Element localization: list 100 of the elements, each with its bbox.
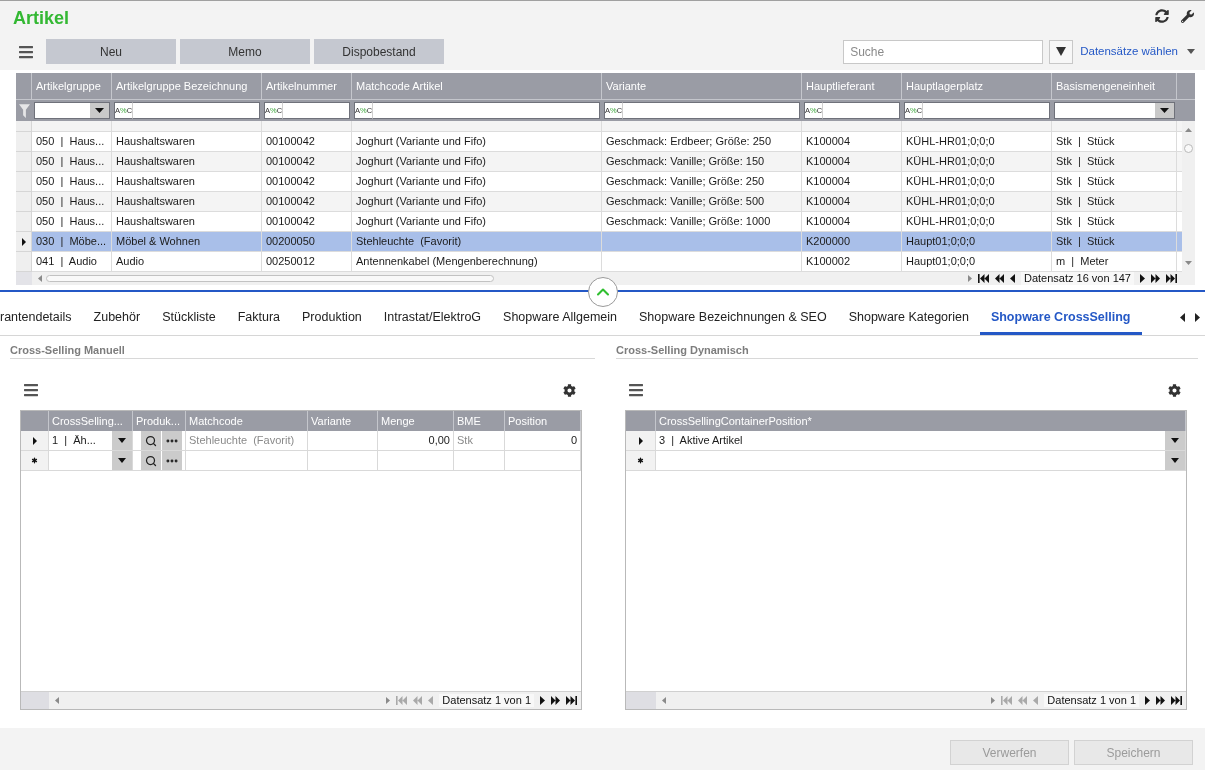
combo-box[interactable]: 3 | Aktive Artikel bbox=[656, 431, 1186, 450]
toolbar-button[interactable]: Memo bbox=[180, 39, 310, 64]
table-row[interactable]: 030 | Möbe... Möbel & Wohnen 00200050 Stehleuchte (Favorit) K200000 Haupt01;0;0;0 Stk | Stück bbox=[16, 232, 1182, 252]
skip-to-end-icon[interactable] bbox=[566, 696, 577, 705]
table-cell: Stehleuchte (Favorit) bbox=[186, 431, 308, 450]
scrollbar-thumb[interactable] bbox=[46, 275, 494, 282]
skip-to-end-icon[interactable] bbox=[1166, 274, 1177, 283]
triangle-down-icon bbox=[1056, 47, 1067, 56]
dropdown-button[interactable] bbox=[1165, 431, 1185, 450]
record-counter: Datensatz 1 von 1 bbox=[439, 694, 534, 707]
triangle-right-icon[interactable] bbox=[1140, 274, 1145, 283]
table-cell: Stk bbox=[454, 431, 505, 450]
tab[interactable]: Shopware Bezeichnungen & SEO bbox=[628, 300, 838, 335]
tab[interactable]: rantendetails bbox=[0, 300, 83, 335]
record-counter: Datensatz 16 von 147 bbox=[1020, 272, 1134, 285]
scroll-down-icon[interactable] bbox=[1185, 261, 1192, 265]
double-triangle-left-icon[interactable] bbox=[994, 274, 1004, 283]
grid-corner bbox=[21, 692, 49, 709]
search-icon bbox=[145, 434, 157, 447]
table-cell: 0,00 bbox=[378, 431, 454, 450]
skip-to-end-icon[interactable] bbox=[1171, 696, 1182, 705]
table-row[interactable]: 050 | Haus... Haushaltswaren 00100042 Joghurt (Variante und Fifo) Geschmack: Vanille; Größe: 500 K100004 KÜHL-HR01;0;0;0 Stk | Stück bbox=[16, 192, 1182, 212]
caret-icon bbox=[1171, 458, 1179, 463]
triangle-right-icon[interactable] bbox=[540, 696, 545, 705]
table-row[interactable]: 050 | Haus... Haushaltswaren 00100042 Joghurt (Variante und Fifo) Geschmack: Vanille; Größe: 150 K100004 KÜHL-HR01;0;0;0 Stk | Stück bbox=[16, 152, 1182, 172]
filter-field[interactable] bbox=[373, 102, 600, 119]
filter-field[interactable] bbox=[623, 102, 800, 119]
filter-field[interactable] bbox=[823, 102, 900, 119]
vertical-scrollbar[interactable] bbox=[1182, 121, 1195, 272]
toolbar-button[interactable]: Dispobestand bbox=[314, 39, 444, 64]
refresh-icon[interactable] bbox=[1155, 9, 1169, 23]
settings-icon[interactable] bbox=[563, 383, 576, 397]
table-cell: 0 bbox=[505, 431, 581, 450]
menu-icon[interactable] bbox=[18, 43, 34, 60]
tab[interactable]: Produktion bbox=[291, 300, 373, 335]
section-title: Cross-Selling Manuell bbox=[10, 344, 126, 356]
table-row[interactable]: 041 | Audio Audio 00250012 Antennenkabel (Mengenberechnung) K100002 Haupt01;0;0;0 m | Meter bbox=[16, 252, 1182, 272]
scroll-left-icon[interactable] bbox=[55, 697, 59, 704]
tab[interactable]: Stückliste bbox=[151, 300, 227, 335]
filter-field[interactable] bbox=[283, 102, 350, 119]
triangle-left-icon[interactable] bbox=[1180, 313, 1185, 322]
skip-to-start-icon[interactable] bbox=[977, 274, 989, 283]
grid-corner bbox=[626, 692, 656, 709]
dropdown-button[interactable] bbox=[1165, 451, 1185, 470]
filter-dropdown[interactable] bbox=[1054, 102, 1175, 119]
scroll-up-icon[interactable] bbox=[1185, 128, 1192, 132]
caret-icon bbox=[1160, 108, 1169, 113]
combo-box[interactable]: 1 | Äh... bbox=[49, 431, 133, 450]
triangle-right-icon[interactable] bbox=[1145, 696, 1150, 705]
scroll-left-icon[interactable] bbox=[662, 697, 666, 704]
scrollbar-thumb[interactable] bbox=[1184, 144, 1193, 153]
toolbar-button[interactable]: Neu bbox=[46, 39, 176, 64]
filter-field[interactable] bbox=[923, 102, 1050, 119]
dropdown-button[interactable] bbox=[112, 451, 132, 470]
scroll-right-icon[interactable] bbox=[991, 697, 996, 704]
grid-corner bbox=[16, 272, 32, 285]
record-counter: Datensatz 1 von 1 bbox=[1044, 694, 1139, 707]
more-button[interactable] bbox=[162, 431, 182, 450]
row-pointer-icon bbox=[32, 436, 37, 445]
dropdown-button[interactable] bbox=[90, 103, 109, 118]
settings-icon[interactable] bbox=[1168, 383, 1181, 397]
tab[interactable]: Shopware Kategorien bbox=[837, 300, 980, 335]
table-row[interactable]: 050 | Haus... Haushaltswaren 00100042 Joghurt (Variante und Fifo) Geschmack: Erdbeer; Größe: 250 K100004 KÜHL-HR01;0;0;0 Stk | Stück bbox=[16, 132, 1182, 152]
tab[interactable]: Shopware Allgemein bbox=[492, 300, 629, 335]
caret-icon bbox=[95, 108, 104, 113]
caret-icon bbox=[118, 458, 126, 463]
dropdown-button[interactable] bbox=[112, 431, 132, 450]
caret-icon[interactable] bbox=[1187, 49, 1195, 54]
tab[interactable]: Shopware CrossSelling bbox=[979, 300, 1142, 335]
menu-icon[interactable] bbox=[23, 382, 39, 398]
tab[interactable]: Faktura bbox=[226, 300, 292, 335]
filter-dropdown[interactable] bbox=[34, 102, 110, 119]
menu-icon[interactable] bbox=[628, 382, 644, 398]
dropdown-button[interactable] bbox=[1155, 103, 1174, 118]
scroll-right-icon[interactable] bbox=[386, 697, 391, 704]
search-button[interactable] bbox=[141, 451, 161, 470]
double-triangle-right-icon[interactable] bbox=[1151, 274, 1160, 283]
caret-icon bbox=[118, 438, 126, 443]
triangle-right-icon[interactable] bbox=[1195, 313, 1200, 322]
scroll-left-icon[interactable] bbox=[38, 275, 42, 282]
more-button[interactable] bbox=[162, 451, 182, 470]
row-pointer-icon bbox=[21, 237, 26, 246]
filter-field[interactable] bbox=[133, 102, 260, 119]
search-field[interactable]: Suche bbox=[843, 39, 1044, 64]
page-title: Artikel bbox=[13, 7, 70, 29]
double-triangle-right-icon[interactable] bbox=[1156, 696, 1165, 705]
tab[interactable]: Zubehör bbox=[82, 300, 152, 335]
search-button[interactable] bbox=[141, 431, 161, 450]
double-triangle-right-icon[interactable] bbox=[551, 696, 560, 705]
table-row[interactable]: 050 | Haus... Haushaltswaren 00100042 Joghurt (Variante und Fifo) Geschmack: Vanille; Größe: 250 K100004 KÜHL-HR01;0;0;0 Stk | Stück bbox=[16, 172, 1182, 192]
dropdown-button[interactable] bbox=[1049, 39, 1074, 64]
asterisk-icon bbox=[30, 456, 39, 465]
section-title: Cross-Selling Dynamisch bbox=[616, 344, 750, 356]
table-row[interactable]: 050 | Haus... Haushaltswaren 00100042 Joghurt (Variante und Fifo) Geschmack: Vanille; Größe: 1000 K100004 KÜHL-HR01;0;0;0 Stk | Stück bbox=[16, 212, 1182, 232]
scroll-right-icon[interactable] bbox=[967, 275, 972, 282]
records-link[interactable]: Datensätze wählen bbox=[1080, 42, 1178, 61]
wrench-icon[interactable] bbox=[1181, 9, 1194, 23]
asterisk-icon bbox=[636, 456, 645, 465]
triangle-left-icon[interactable] bbox=[1009, 274, 1015, 283]
tab[interactable]: Intrastat/ElektroG bbox=[372, 300, 493, 335]
